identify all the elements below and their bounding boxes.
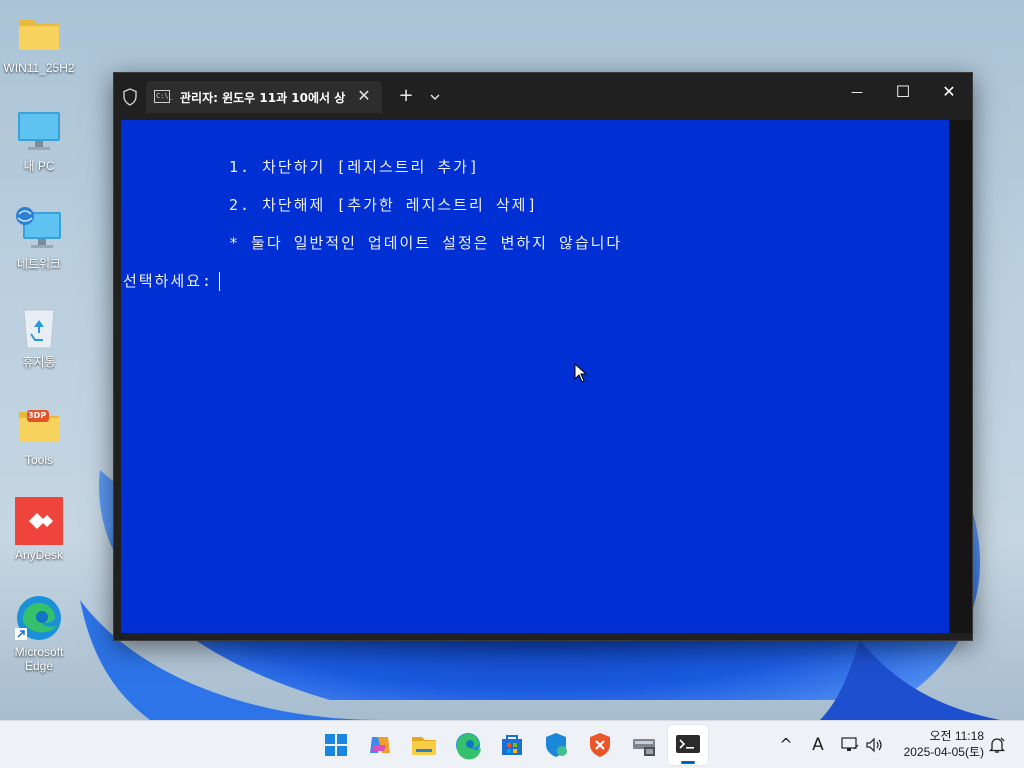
close-icon[interactable]: ✕ [926, 73, 972, 111]
edge-button[interactable] [448, 725, 488, 765]
tray-chevron-icon[interactable]: ^ [776, 733, 796, 757]
security-app-icon [590, 733, 610, 757]
minimize-icon[interactable]: — [834, 73, 880, 111]
defender-icon [546, 733, 567, 757]
clock-time: 오전 11:18 [929, 729, 984, 743]
network-drive-icon [633, 739, 655, 756]
scrollbar[interactable] [950, 120, 972, 633]
volume-icon[interactable] [864, 735, 884, 755]
desktop-icon-edge[interactable]: Microsoft Edge [0, 594, 78, 673]
titlebar[interactable]: C:\_ 관리자: 윈도우 11과 10에서 상 ✕ + — ☐ ✕ [114, 73, 972, 113]
terminal-button[interactable] [668, 725, 708, 765]
menu-option-2: 2. 차단해제 [추가한 레지스트리 삭제] [229, 196, 539, 214]
ime-indicator[interactable]: A [808, 733, 828, 757]
start-button[interactable] [316, 725, 356, 765]
desktop-icon-label: WIN11_25H2 [3, 61, 75, 75]
tab-title: 관리자: 윈도우 11과 10에서 상 [180, 91, 346, 105]
clock[interactable]: 오전 11:18 2025-04-05(토) [894, 728, 984, 760]
desktop-icon-label: 휴지통 [22, 355, 56, 369]
terminal-tab-icon: C:\_ [154, 90, 173, 103]
folder-icon [15, 10, 63, 58]
copilot-icon [370, 737, 390, 753]
store-button[interactable] [492, 725, 532, 765]
notification-icon[interactable] [987, 735, 1007, 755]
plus-icon[interactable]: + [394, 85, 418, 109]
edge-icon [456, 733, 481, 760]
network-status-icon[interactable] [840, 735, 860, 755]
text-cursor [219, 272, 220, 291]
menu-option-1: 1. 차단하기 [레지스트리 추가] [229, 158, 481, 176]
desktop-icon-anydesk[interactable]: AnyDesk [0, 497, 78, 562]
folder-tools-icon: 3DP [15, 402, 63, 450]
recycle-bin-icon [15, 304, 63, 352]
desktop-icon-label: Microsoft Edge [14, 645, 64, 673]
shield-icon [123, 88, 137, 106]
monitor-icon [15, 108, 63, 156]
taskbar: ^ A 오전 11:18 2025-04-05(토) [0, 720, 1024, 768]
tools-badge: 3DP [28, 411, 47, 420]
desktop-icon-label: AnyDesk [14, 548, 64, 562]
file-explorer-icon [412, 737, 436, 755]
clock-date: 2025-04-05(토) [903, 745, 984, 759]
input-prompt: 선택하세요: [123, 272, 214, 290]
desktop-icon-label: Tools [24, 453, 53, 467]
network-drive-button[interactable] [624, 725, 664, 765]
tab-terminal[interactable]: C:\_ 관리자: 윈도우 11과 10에서 상 ✕ [146, 81, 382, 113]
desktop-icon-label: 내 PC [23, 159, 55, 173]
copilot-button[interactable] [360, 725, 400, 765]
terminal-window[interactable]: C:\_ 관리자: 윈도우 11과 10에서 상 ✕ + — ☐ ✕ 1. 차단… [113, 72, 973, 641]
anydesk-icon [15, 497, 63, 545]
edge-icon [15, 594, 63, 642]
desktop-icon-tools[interactable]: 3DP Tools [0, 402, 78, 467]
start-icon [325, 734, 347, 756]
chevron-down-icon[interactable] [424, 85, 446, 109]
network-icon [15, 206, 63, 254]
desktop-icon-win11[interactable]: WIN11_25H2 [0, 10, 78, 75]
desktop-icon-my-pc[interactable]: 내 PC [0, 108, 78, 173]
terminal-icon [676, 735, 700, 753]
terminal-output[interactable]: 1. 차단하기 [레지스트리 추가] 2. 차단해제 [추가한 레지스트리 삭제… [121, 120, 949, 633]
desktop-icon-label: 네트워크 [16, 257, 62, 271]
defender-button[interactable] [536, 725, 576, 765]
menu-note: * 둘다 일반적인 업데이트 설정은 변하지 않습니다 [229, 234, 623, 252]
desktop-icon-recycle-bin[interactable]: 휴지통 [0, 304, 78, 369]
security-app-button[interactable] [580, 725, 620, 765]
file-explorer-button[interactable] [404, 725, 444, 765]
active-indicator [681, 761, 695, 764]
maximize-icon[interactable]: ☐ [880, 73, 926, 111]
desktop-icon-network[interactable]: 네트워크 [0, 206, 78, 271]
store-icon [502, 735, 522, 755]
mouse-pointer-icon [574, 363, 588, 383]
close-icon[interactable]: ✕ [354, 85, 374, 107]
